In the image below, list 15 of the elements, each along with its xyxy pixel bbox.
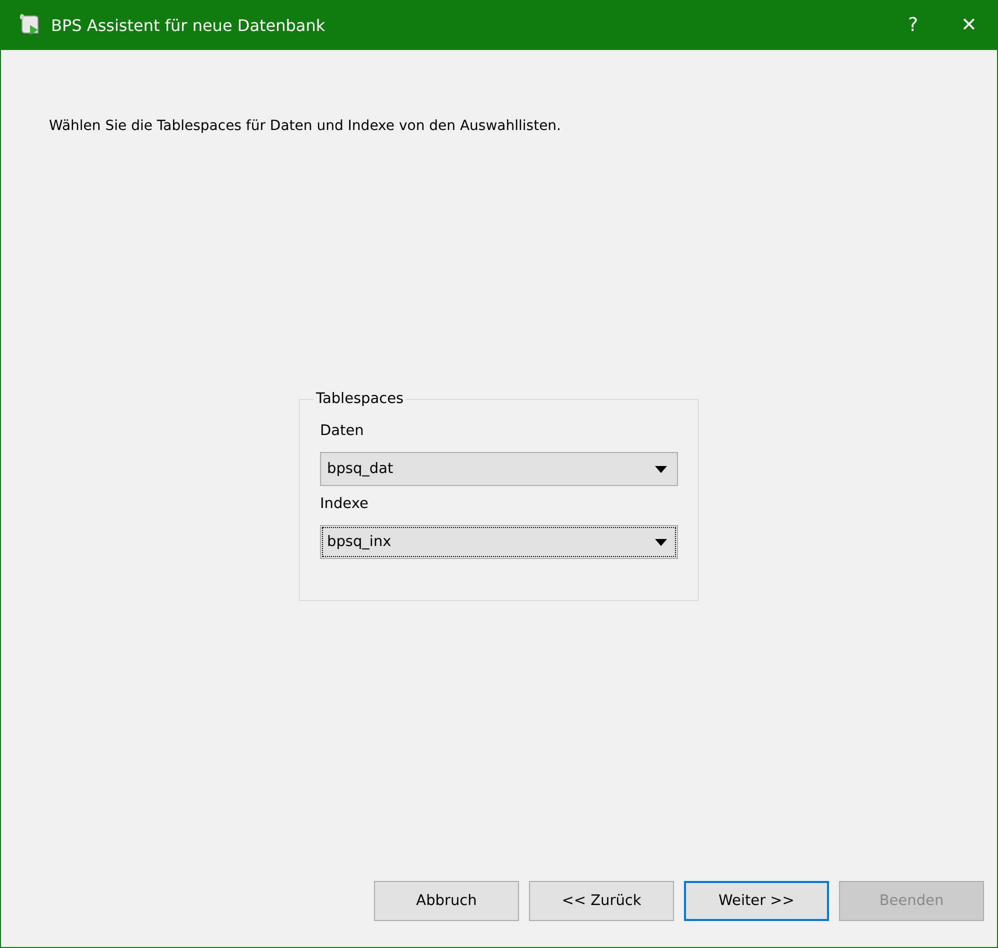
group-title: Tablespaces [315, 391, 405, 407]
dropdown-arrow-icon [655, 466, 667, 472]
field-label: Daten [320, 423, 365, 439]
field-label: Indexe [320, 496, 370, 512]
window-title: BPS Assistent für neue Datenbank [51, 16, 326, 34]
dialog-button[interactable]: Abbruch [374, 881, 519, 921]
dropdown[interactable]: bpsq_dat [320, 452, 678, 486]
instruction-text: Wählen Sie die Tablespaces für Daten und Indexe von den Auswahllisten. [49, 118, 562, 134]
dropdown-arrow-icon [655, 538, 667, 546]
dropdown[interactable]: bpsq_inx [320, 525, 678, 559]
dialog-button[interactable]: Weiter >> [684, 881, 829, 921]
close-button[interactable]: ✕ [941, 0, 997, 50]
help-button[interactable]: ? [885, 0, 941, 50]
scroll-icon [19, 13, 41, 37]
dialog-button[interactable]: << Zurück [529, 881, 674, 921]
